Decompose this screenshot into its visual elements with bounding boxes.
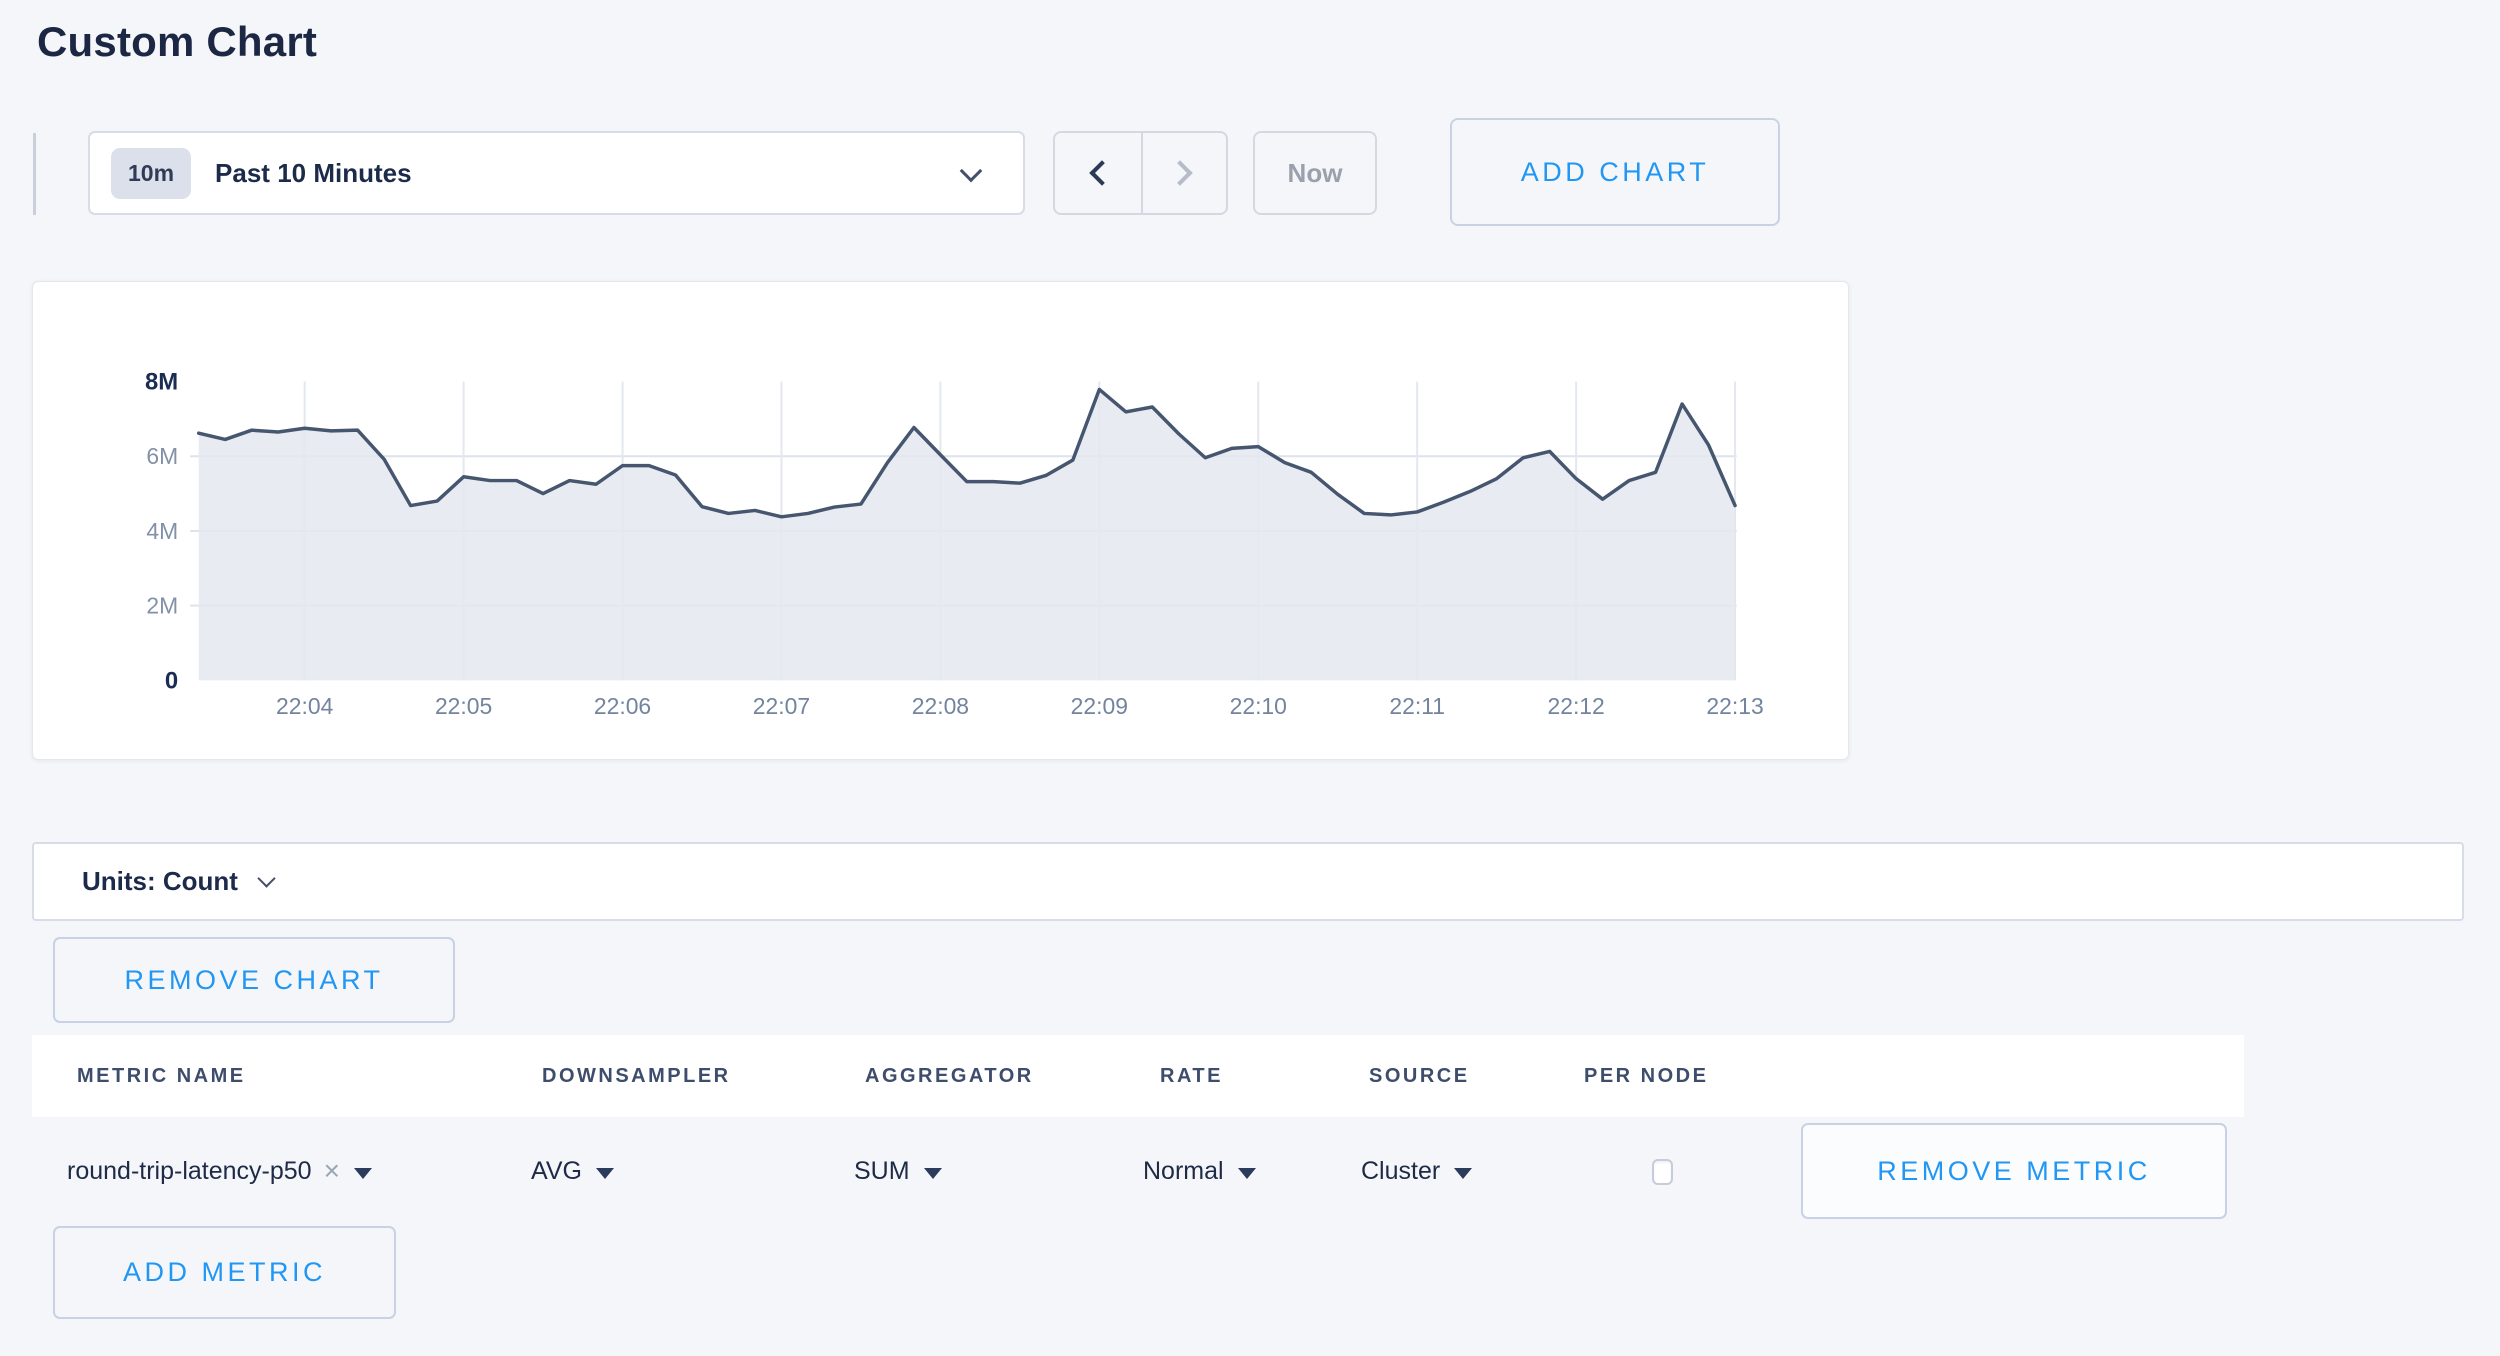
column-header-downsampler: DOWNSAMPLER xyxy=(542,1065,731,1088)
column-header-per-node: PER NODE xyxy=(1584,1065,1708,1088)
clear-metric-icon[interactable]: × xyxy=(324,1155,340,1187)
chevron-down-icon xyxy=(960,160,983,183)
column-header-aggregator: AGGREGATOR xyxy=(865,1065,1034,1088)
x-axis-tick-label: 22:06 xyxy=(594,693,651,719)
y-axis-tick-label: 6M xyxy=(146,443,178,469)
source-select[interactable]: Cluster xyxy=(1361,1117,1472,1225)
caret-down-icon xyxy=(354,1168,372,1179)
metric-name-select[interactable]: round-trip-latency-p50 × xyxy=(67,1117,372,1225)
units-dropdown[interactable]: Units: Count xyxy=(32,842,2464,921)
time-nav-group xyxy=(1053,131,1228,215)
x-axis-tick-label: 22:09 xyxy=(1071,693,1128,719)
x-axis-tick-label: 22:08 xyxy=(912,693,969,719)
add-metric-button[interactable]: ADD METRIC xyxy=(53,1226,396,1319)
y-axis-tick-label: 4M xyxy=(146,518,178,544)
chevron-down-icon xyxy=(257,869,275,887)
chart-card: 8M 6M 4M 2M 0 22:04 22:05 22:06 22:07 22:08 22:09 2… xyxy=(32,281,1849,760)
y-axis-tick-label: 2M xyxy=(146,593,178,619)
rate-select[interactable]: Normal xyxy=(1143,1117,1256,1225)
add-chart-button[interactable]: ADD CHART xyxy=(1450,118,1780,226)
x-axis-tick-label: 22:11 xyxy=(1389,693,1445,719)
x-axis-tick-label: 22:05 xyxy=(435,693,492,719)
y-axis-tick-label: 0 xyxy=(165,667,178,694)
aggregator-select[interactable]: SUM xyxy=(854,1117,942,1225)
x-axis-tick-label: 22:04 xyxy=(276,693,334,719)
time-range-dropdown[interactable]: 10m Past 10 Minutes xyxy=(88,131,1025,215)
now-button[interactable]: Now xyxy=(1253,131,1377,215)
chevron-left-icon xyxy=(1089,160,1114,185)
per-node-checkbox[interactable] xyxy=(1652,1159,1673,1185)
caret-down-icon xyxy=(596,1168,614,1179)
rate-value: Normal xyxy=(1143,1157,1224,1186)
toolbar-divider xyxy=(33,133,36,215)
chevron-right-icon xyxy=(1168,160,1193,185)
series-area-fill xyxy=(199,389,1735,680)
aggregator-value: SUM xyxy=(854,1157,910,1186)
prev-range-button[interactable] xyxy=(1055,133,1141,213)
metric-row: round-trip-latency-p50 × AVG SUM Normal … xyxy=(32,1117,2244,1225)
units-label: Units: Count xyxy=(82,866,238,897)
column-header-rate: RATE xyxy=(1160,1065,1223,1088)
x-axis-tick-label: 22:12 xyxy=(1547,693,1604,719)
time-range-badge: 10m xyxy=(111,148,191,199)
source-value: Cluster xyxy=(1361,1157,1440,1186)
caret-down-icon xyxy=(1454,1168,1472,1179)
downsampler-select[interactable]: AVG xyxy=(531,1117,614,1225)
remove-chart-button[interactable]: REMOVE CHART xyxy=(53,937,455,1023)
metric-area-chart[interactable]: 8M 6M 4M 2M 0 22:04 22:05 22:06 22:07 22:08 22:09 2… xyxy=(33,282,1848,759)
remove-metric-button[interactable]: REMOVE METRIC xyxy=(1801,1123,2227,1219)
caret-down-icon xyxy=(924,1168,942,1179)
x-axis-tick-label: 22:07 xyxy=(753,693,810,719)
x-axis-tick-label: 22:10 xyxy=(1230,693,1287,719)
next-range-button[interactable] xyxy=(1141,133,1227,213)
x-axis-tick-label: 22:13 xyxy=(1706,693,1763,719)
column-header-source: SOURCE xyxy=(1369,1065,1470,1088)
column-header-metric-name: METRIC NAME xyxy=(77,1065,246,1088)
metric-name-value: round-trip-latency-p50 xyxy=(67,1157,312,1186)
downsampler-value: AVG xyxy=(531,1157,582,1186)
caret-down-icon xyxy=(1238,1168,1256,1179)
time-range-label: Past 10 Minutes xyxy=(215,158,412,189)
y-axis-tick-label: 8M xyxy=(145,369,178,396)
metrics-table-header: METRIC NAME DOWNSAMPLER AGGREGATOR RATE … xyxy=(32,1035,2244,1117)
page-title: Custom Chart xyxy=(37,18,317,66)
